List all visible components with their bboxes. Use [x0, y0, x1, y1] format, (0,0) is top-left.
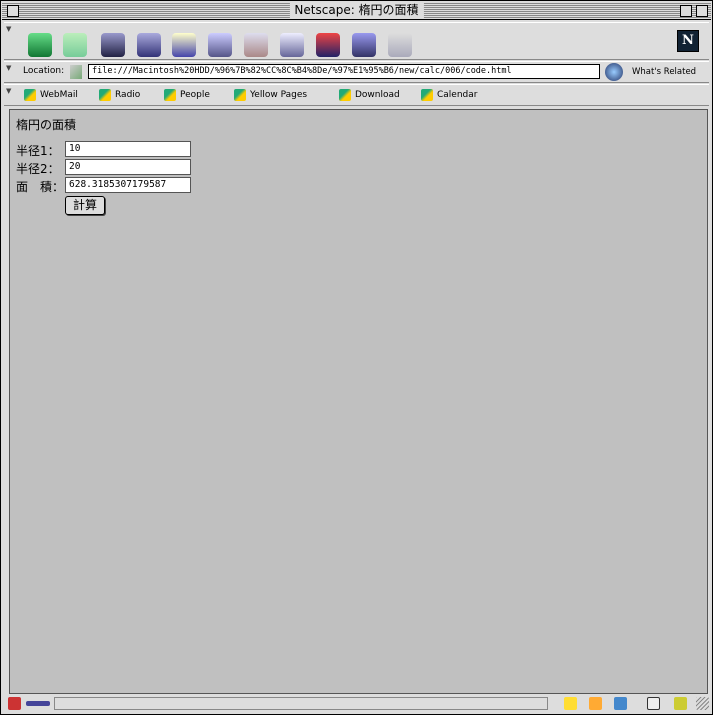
status-bar: [4, 695, 709, 712]
close-box[interactable]: [7, 5, 19, 17]
page-heading: 楕円の面積: [16, 118, 77, 132]
resize-grip[interactable]: [696, 697, 709, 710]
radius1-label: 半径1：: [16, 144, 60, 158]
bookmark-icon: [234, 89, 246, 101]
online-plug-icon[interactable]: [26, 701, 50, 706]
navigation-toolbar: N: [4, 22, 709, 60]
bookmark-icon: [99, 89, 111, 101]
back-icon[interactable]: [28, 33, 52, 57]
security-lock-icon[interactable]: [8, 697, 21, 710]
bookmark-people[interactable]: People: [164, 89, 210, 101]
browser-window: Netscape: 楕円の面積 N Location: file:///Maci…: [0, 0, 713, 715]
bookmark-page-icon[interactable]: [70, 65, 82, 79]
bookmark-download[interactable]: Download: [339, 89, 400, 101]
search-icon[interactable]: [172, 33, 196, 57]
whats-related-button[interactable]: What's Related: [632, 67, 696, 77]
stop-icon[interactable]: [388, 33, 412, 57]
area-output[interactable]: 628.3185307179587: [65, 177, 191, 193]
reload-icon[interactable]: [101, 33, 125, 57]
title-bar[interactable]: Netscape: 楕円の面積: [2, 2, 711, 20]
bookmark-calendar[interactable]: Calendar: [421, 89, 477, 101]
forward-icon[interactable]: [63, 33, 87, 57]
security-icon[interactable]: [316, 33, 340, 57]
bookmark-icon: [339, 89, 351, 101]
collapse-box[interactable]: [696, 5, 708, 17]
navigator-icon[interactable]: [564, 697, 577, 710]
images-icon[interactable]: [244, 33, 268, 57]
bookmark-yellow-pages[interactable]: Yellow Pages: [234, 89, 307, 101]
bookmark-radio[interactable]: Radio: [99, 89, 140, 101]
whats-related-icon[interactable]: [605, 63, 623, 81]
personal-toolbar: WebMail Radio People Yellow Pages Downlo…: [4, 84, 709, 106]
mail-icon[interactable]: [589, 697, 602, 710]
bookmark-webmail[interactable]: WebMail: [24, 89, 78, 101]
netscape-logo-icon[interactable]: N: [677, 30, 699, 52]
discussions-icon[interactable]: [614, 697, 627, 710]
window-title: Netscape: 楕円の面積: [289, 3, 424, 18]
composer-icon[interactable]: [674, 697, 687, 710]
personal-collapse-grip[interactable]: [6, 87, 14, 107]
location-collapse-grip[interactable]: [6, 64, 14, 84]
status-message: [54, 697, 548, 710]
zoom-box[interactable]: [680, 5, 692, 17]
bookmark-icon: [24, 89, 36, 101]
print-icon[interactable]: [280, 33, 304, 57]
calculate-button[interactable]: 計算: [65, 196, 105, 215]
location-toolbar: Location: file:///Macintosh%20HDD/%96%7B…: [4, 61, 709, 83]
my-netscape-icon[interactable]: [208, 33, 232, 57]
radius2-label: 半径2：: [16, 162, 60, 176]
address-book-icon[interactable]: [647, 697, 660, 710]
shop-icon[interactable]: [352, 33, 376, 57]
bookmark-icon: [164, 89, 176, 101]
location-input[interactable]: file:///Macintosh%20HDD/%96%7B%82%CC%8C%…: [88, 64, 600, 79]
location-label: Location:: [23, 66, 65, 76]
page-content: 楕円の面積 半径1： 10 半径2： 20 面 積： 628.318530717…: [9, 109, 708, 694]
toolbar-collapse-grip[interactable]: [6, 25, 14, 61]
area-label: 面 積：: [16, 180, 65, 194]
radius1-input[interactable]: 10: [65, 141, 191, 157]
bookmark-icon: [421, 89, 433, 101]
home-icon[interactable]: [137, 33, 161, 57]
radius2-input[interactable]: 20: [65, 159, 191, 175]
